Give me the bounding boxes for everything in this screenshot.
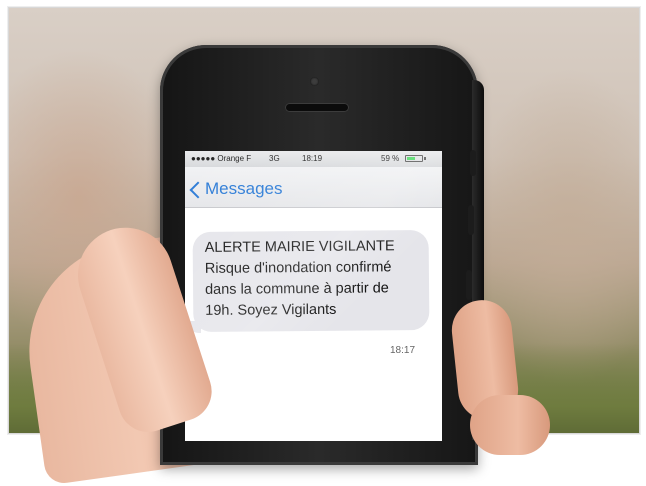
carrier-name: ●●●●● Orange F [191,154,252,163]
message-text: ALERTE MAIRIE VIGILANTE Risque d'inondat… [205,236,428,322]
message-line: 19h. Soyez Vigilants [205,301,337,319]
earpiece-speaker [285,103,349,112]
front-camera [310,77,319,86]
hand-finger [470,395,550,455]
battery-percent: 59 % [381,154,400,163]
status-time: 18:19 [302,154,323,163]
status-bar: ●●●●● Orange F 3G 18:19 59 % [185,151,442,167]
back-to-messages-link[interactable]: Messages [205,179,282,199]
volume-down-button [466,270,472,300]
network-type: 3G [269,154,280,163]
message-bubble[interactable]: ALERTE MAIRIE VIGILANTE Risque d'inondat… [192,229,430,333]
message-line: Risque d'inondation confirmé [204,259,392,277]
navigation-bar: Messages [185,167,442,208]
message-timestamp: 18:17 [390,345,416,356]
battery-icon [405,155,423,162]
phone-screen: ●●●●● Orange F 3G 18:19 59 % Messages AL… [185,151,442,441]
battery-tip [424,157,426,160]
message-line: dans la commune à partir de [205,280,389,298]
message-line: ALERTE MAIRIE VIGILANTE [204,238,395,256]
mute-switch [470,150,476,176]
battery-level-fill [407,157,415,160]
chevron-left-icon[interactable] [189,181,207,199]
volume-up-button [468,205,474,235]
